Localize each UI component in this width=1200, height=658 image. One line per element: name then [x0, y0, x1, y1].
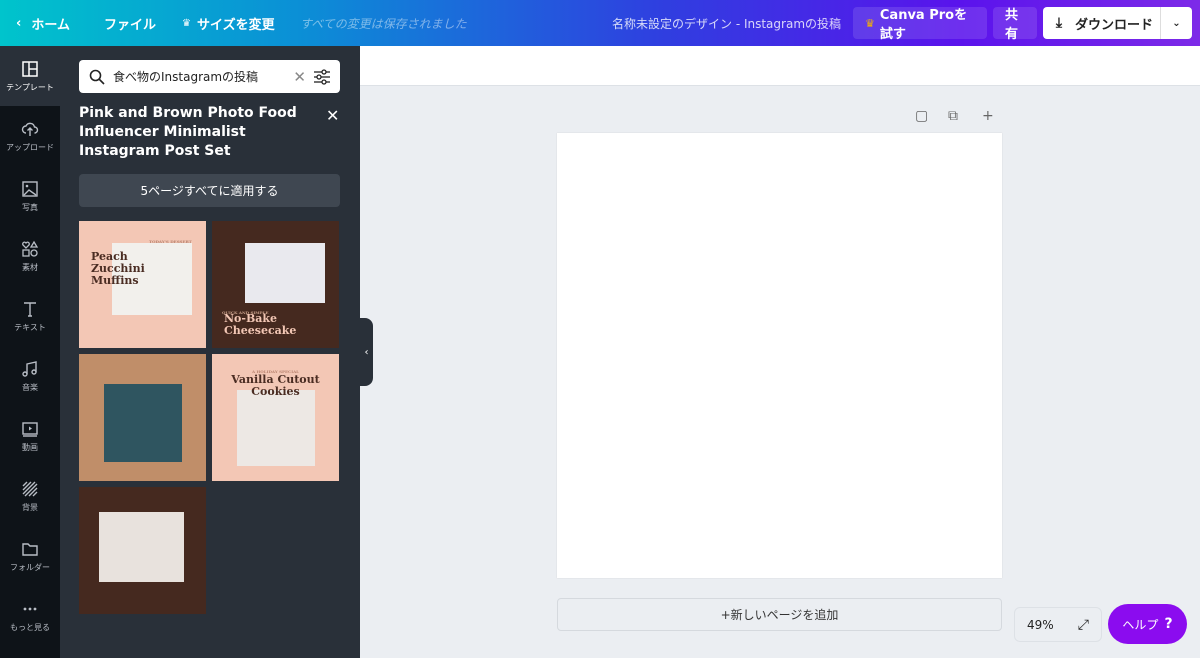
search-icon — [89, 69, 105, 85]
resize-button[interactable]: ♛ サイズを変更 — [182, 0, 275, 46]
rail-item-music[interactable]: 音楽 — [0, 346, 60, 406]
rail-item-photo[interactable]: 写真 — [0, 166, 60, 226]
add-page-button[interactable]: +新しいページを追加 — [557, 598, 1002, 631]
rail-item-upload[interactable]: アップロード — [0, 106, 60, 166]
search-input[interactable]: 食べ物のInstagramの投稿 ✕ — [79, 60, 340, 93]
home-button[interactable]: ‹ ホーム — [16, 0, 70, 46]
template-photo — [237, 390, 315, 466]
fullscreen-icon[interactable]: ⤢ — [1078, 617, 1089, 633]
filter-icon[interactable] — [314, 68, 330, 85]
crown-icon: ♛ — [865, 16, 875, 30]
close-icon[interactable]: ✕ — [326, 106, 339, 125]
download-icon: ⤓ — [1055, 15, 1063, 31]
template-photo — [245, 243, 325, 303]
crown-icon: ♛ — [182, 17, 191, 29]
music-icon — [22, 360, 37, 377]
save-status: すべての変更は保存されました — [300, 16, 467, 31]
note-icon[interactable]: ▢ — [915, 108, 928, 124]
template-photo — [99, 512, 184, 582]
template-panel: 食べ物のInstagramの投稿 ✕ Pink and Brown Photo … — [60, 46, 360, 658]
video-icon — [22, 421, 38, 437]
rail-item-text[interactable]: テキスト — [0, 286, 60, 346]
template-thumbnail[interactable]: QUICK AND SIMPLE No-Bake Cheesecake — [212, 221, 339, 348]
chevron-down-icon[interactable]: ⌄ — [1160, 7, 1192, 39]
more-icon — [23, 607, 37, 610]
rail-item-background[interactable]: 背景 — [0, 466, 60, 526]
collapse-panel-handle[interactable]: ‹ — [360, 318, 373, 386]
elements-icon — [22, 240, 39, 257]
template-set-title: Pink and Brown Photo Food Influencer Min… — [79, 105, 297, 159]
share-button[interactable]: 共有 — [993, 7, 1037, 42]
download-button[interactable]: ⤓ ダウンロード ⌄ — [1043, 7, 1192, 39]
template-thumbnail[interactable]: TODAY'S DESSERT Peach Zucchini Muffins — [79, 221, 206, 348]
try-pro-button[interactable]: ♛ Canva Proを試す — [853, 7, 987, 42]
design-title[interactable]: 名称未設定のデザイン - Instagramの投稿 — [612, 0, 841, 46]
duplicate-page-icon[interactable]: ⧉ — [948, 108, 958, 124]
template-thumbnail[interactable]: A HOLIDAY SPECIAL Vanilla Cutout Cookies — [212, 354, 339, 481]
help-button[interactable]: ヘルプ? — [1108, 604, 1187, 644]
upload-icon — [21, 122, 39, 136]
file-menu[interactable]: ファイル — [104, 0, 156, 46]
design-canvas[interactable] — [557, 133, 1002, 578]
rail-item-folder[interactable]: フォルダー — [0, 526, 60, 586]
template-photo — [104, 384, 182, 462]
template-thumbnail[interactable] — [79, 354, 206, 481]
clear-icon[interactable]: ✕ — [293, 68, 306, 86]
photo-icon — [22, 180, 38, 197]
editor-toolbar — [360, 46, 1200, 86]
rail-item-template[interactable]: テンプレート — [0, 46, 60, 106]
background-icon — [22, 481, 38, 496]
add-page-icon[interactable]: + — [982, 108, 994, 124]
apply-all-pages-button[interactable]: 5ページすべてに適用する — [79, 174, 340, 207]
side-rail: テンプレート アップロード 写真 素材 テキスト 音楽 動画 背景 フォルダー もっと見る — [0, 46, 60, 658]
chevron-left-icon: ‹ — [364, 346, 369, 358]
text-icon — [24, 301, 36, 317]
rail-item-video[interactable]: 動画 — [0, 406, 60, 466]
template-thumbnail[interactable] — [79, 487, 206, 614]
template-icon — [22, 60, 38, 77]
chevron-left-icon: ‹ — [16, 15, 22, 31]
rail-item-more[interactable]: もっと見る — [0, 586, 60, 646]
top-bar: ‹ ホーム ファイル ♛ サイズを変更 すべての変更は保存されました 名称未設定のデ… — [0, 0, 1200, 46]
zoom-control[interactable]: 49% ⤢ — [1014, 607, 1102, 642]
folder-icon — [22, 542, 38, 556]
rail-item-elements[interactable]: 素材 — [0, 226, 60, 286]
